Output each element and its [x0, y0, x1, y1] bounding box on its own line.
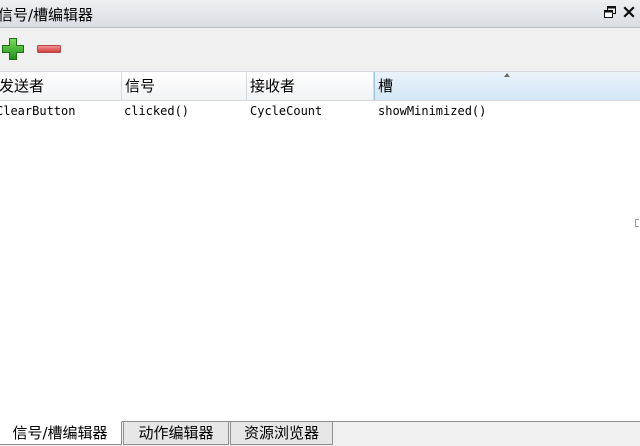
sort-arrow-icon: [504, 73, 510, 77]
float-window-glyph: [604, 6, 616, 18]
table-row[interactable]: ClearButton clicked() CycleCount showMin…: [0, 101, 640, 121]
add-connection-button[interactable]: [0, 36, 26, 62]
toolbar: [0, 28, 640, 71]
tab-signal-slot-editor[interactable]: 信号/槽编辑器: [0, 421, 122, 445]
close-glyph: [623, 6, 635, 18]
column-header-signal[interactable]: 信号: [122, 72, 247, 100]
tab-action-editor[interactable]: 动作编辑器: [123, 421, 229, 445]
minus-icon: [37, 45, 61, 53]
signal-slot-editor-window: 信号/槽编辑器 发送者 信号 接收者 槽 ClearButton clicked…: [0, 0, 640, 446]
column-header-sender[interactable]: 发送者: [0, 72, 122, 100]
float-window-icon[interactable]: [603, 6, 617, 20]
tab-resource-browser[interactable]: 资源浏览器: [230, 421, 333, 445]
bottom-tab-bar: 信号/槽编辑器 动作编辑器 资源浏览器: [0, 421, 640, 446]
cell-signal[interactable]: clicked(): [124, 101, 246, 121]
close-icon[interactable]: [622, 6, 636, 20]
plus-icon: [2, 38, 24, 60]
window-title: 信号/槽编辑器: [0, 6, 94, 24]
table-header: 发送者 信号 接收者 槽: [0, 71, 640, 101]
remove-connection-button[interactable]: [36, 36, 62, 62]
title-bar: 信号/槽编辑器: [0, 0, 640, 28]
splitter-handle[interactable]: [635, 219, 639, 227]
column-header-receiver[interactable]: 接收者: [247, 72, 374, 100]
cell-receiver[interactable]: CycleCount: [250, 101, 372, 121]
connections-table: ClearButton clicked() CycleCount showMin…: [0, 101, 640, 421]
cell-slot[interactable]: showMinimized(): [378, 101, 628, 121]
cell-sender[interactable]: ClearButton: [0, 101, 120, 121]
